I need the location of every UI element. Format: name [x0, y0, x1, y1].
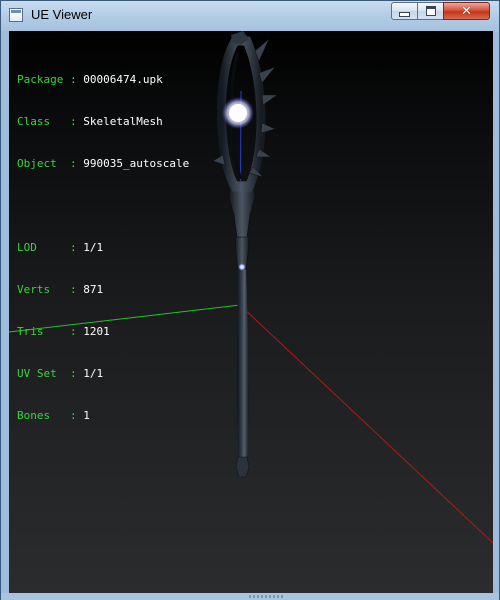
title-bar[interactable]: UE Viewer ✕: [1, 1, 499, 31]
collar-gem: [238, 263, 246, 271]
close-icon: ✕: [461, 3, 472, 19]
3d-viewport[interactable]: Package : 00006474.upk Class : SkeletalM…: [9, 31, 493, 593]
maximize-button[interactable]: [417, 2, 444, 20]
info-row-tris: Tris : 1201: [17, 325, 189, 339]
info-value-uvset: 1/1: [83, 367, 104, 380]
info-row-object: Object : 990035_autoscale: [17, 157, 189, 171]
info-label-lod: LOD: [17, 241, 64, 254]
app-icon: [9, 8, 23, 22]
info-label-verts: Verts: [17, 283, 64, 296]
info-value-verts: 871: [83, 283, 104, 296]
resize-grip[interactable]: [249, 595, 285, 598]
info-value-class: SkeletalMesh: [83, 115, 163, 128]
info-label-bones: Bones: [17, 409, 64, 422]
info-row-uvset: UV Set : 1/1: [17, 367, 189, 381]
info-sep-class: :: [63, 115, 84, 128]
staff-orb: [229, 104, 247, 122]
info-sep-uvset: :: [63, 367, 84, 380]
staff-shaft: [237, 267, 249, 463]
info-value-lod: 1/1: [83, 241, 104, 254]
staff-model: [212, 31, 278, 478]
window-title: UE Viewer: [31, 7, 93, 22]
staff-butt: [235, 456, 250, 478]
info-value-package: 00006474.upk: [83, 73, 163, 86]
minimize-icon: [399, 11, 410, 17]
info-row-class: Class : SkeletalMesh: [17, 115, 189, 129]
info-row-bones: Bones : 1: [17, 409, 189, 423]
info-sep-lod: :: [63, 241, 84, 254]
x-axis-line: [239, 304, 493, 544]
info-label-class: Class: [17, 115, 64, 128]
info-sep-package: :: [63, 73, 84, 86]
info-label-uvset: UV Set: [17, 367, 64, 380]
close-button[interactable]: ✕: [443, 2, 490, 20]
info-sep-bones: :: [63, 409, 84, 422]
info-label-object: Object: [17, 157, 64, 170]
app-window: UE Viewer ✕ Package: 00006474.upk Class…: [0, 0, 500, 600]
info-sep-verts: :: [63, 283, 84, 296]
minimize-button[interactable]: [391, 2, 418, 20]
info-value-bones: 1: [83, 409, 90, 422]
info-value-object: 990035_autoscale: [83, 157, 190, 170]
mesh-info-panel: Package : 00006474.upk Class : SkeletalM…: [17, 45, 189, 451]
info-label-tris: Tris: [17, 325, 64, 338]
info-sep-object: :: [63, 157, 84, 170]
info-value-tris: 1201: [83, 325, 110, 338]
info-row-package: Package : 00006474.upk: [17, 73, 189, 87]
info-row-lod: LOD : 1/1: [17, 241, 189, 255]
info-sep-tris: :: [63, 325, 84, 338]
info-row-verts: Verts : 871: [17, 283, 189, 297]
info-label-package: Package: [17, 73, 64, 86]
maximize-icon: [425, 6, 436, 16]
